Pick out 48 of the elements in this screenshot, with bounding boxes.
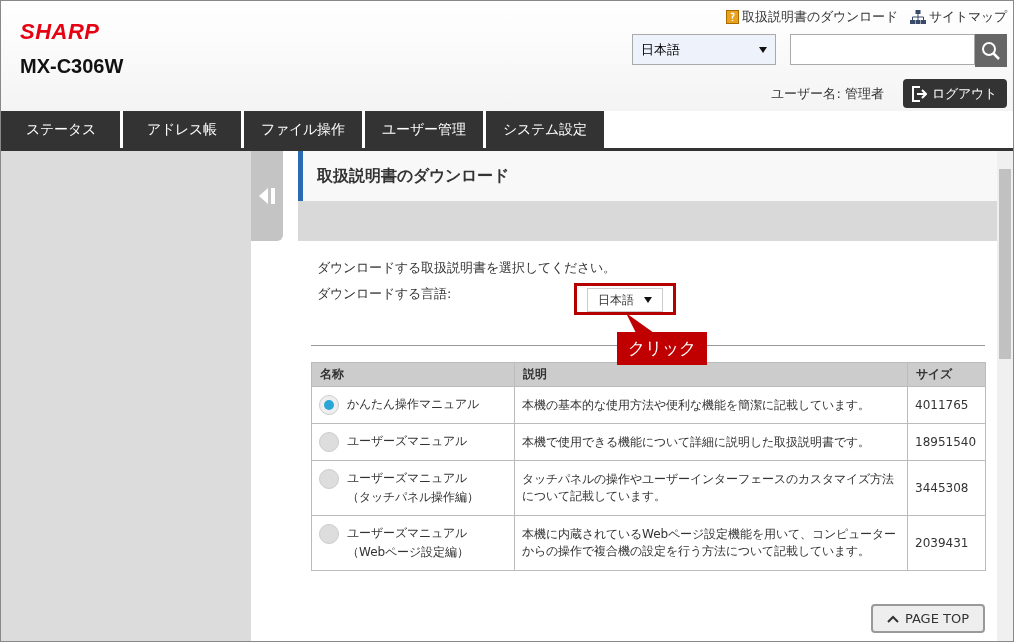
radio-button[interactable] (319, 432, 339, 452)
size-cell: 3445308 (915, 481, 969, 495)
language-label: ダウンロードする言語: (317, 285, 453, 303)
instruction-text: ダウンロードする取扱説明書を選択してください。 (317, 259, 617, 277)
description-cell: 本機の基本的な使用方法や便利な機能を簡潔に記載しています。 (522, 397, 870, 412)
search-button[interactable] (975, 34, 1007, 67)
description-cell: 本機で使用できる機能について詳細に説明した取扱説明書です。 (522, 434, 870, 449)
column-header: サイズ (907, 362, 986, 387)
dropdown-caret-icon (759, 46, 767, 53)
size-cell: 18951540 (915, 435, 977, 449)
language-dropdown[interactable]: 日本語 (632, 34, 776, 65)
column-header: 説明 (514, 362, 908, 387)
manual-name: ユーザーズマニュアル（Webページ設定編） (347, 525, 471, 561)
collapse-sidebar-button[interactable] (251, 151, 283, 241)
manual-name: ユーザーズマニュアル (347, 433, 467, 450)
nav-tab[interactable]: ファイル操作 (244, 111, 362, 148)
dropdown-caret-icon (644, 297, 652, 303)
nav-tab[interactable]: ユーザー管理 (365, 111, 483, 148)
radio-button[interactable] (319, 469, 339, 489)
logout-button[interactable]: ログアウト (903, 79, 1007, 108)
column-header: 名称 (311, 362, 515, 387)
page-title: 取扱説明書のダウンロード (317, 165, 509, 187)
nav-tab[interactable]: ステータス (1, 111, 120, 148)
user-name-label: ユーザー名: 管理者 (771, 84, 884, 103)
nav-tab[interactable]: アドレス帳 (123, 111, 241, 148)
collapse-icon (258, 187, 276, 205)
book-icon (726, 10, 739, 24)
sitemap-icon (910, 10, 926, 24)
radio-button[interactable] (319, 524, 339, 544)
size-cell: 2039431 (915, 536, 969, 550)
nav-tab[interactable]: システム設定 (486, 111, 604, 148)
logout-icon (911, 85, 927, 102)
sitemap-link[interactable]: サイトマップ (910, 8, 1007, 26)
model-name: MX-C306W (20, 55, 124, 78)
sharp-logo: SHARP (20, 19, 101, 45)
page-top-button[interactable]: PAGE TOP (870, 604, 985, 633)
language-dropdown[interactable]: 日本語 (587, 288, 663, 312)
search-field[interactable] (790, 34, 975, 65)
caret-up-icon (886, 614, 899, 623)
scrollbar[interactable] (997, 151, 1013, 641)
description-cell: タッチパネルの操作やユーザーインターフェースのカスタマイズ方法について記載しています。 (522, 472, 894, 503)
manual-download-link[interactable]: 取扱説明書のダウンロード (726, 8, 898, 26)
size-cell: 4011765 (915, 398, 969, 412)
description-cell: 本機に内蔵されているWebページ設定機能を用いて、コンピューターからの操作で複合機の設定を行う方法について記載しています。 (522, 527, 897, 558)
search-icon (981, 40, 1001, 61)
radio-button[interactable] (319, 395, 339, 415)
manual-name: かんたん操作マニュアル (347, 396, 479, 413)
manual-name: ユーザーズマニュアル（タッチパネル操作編） (347, 470, 480, 506)
